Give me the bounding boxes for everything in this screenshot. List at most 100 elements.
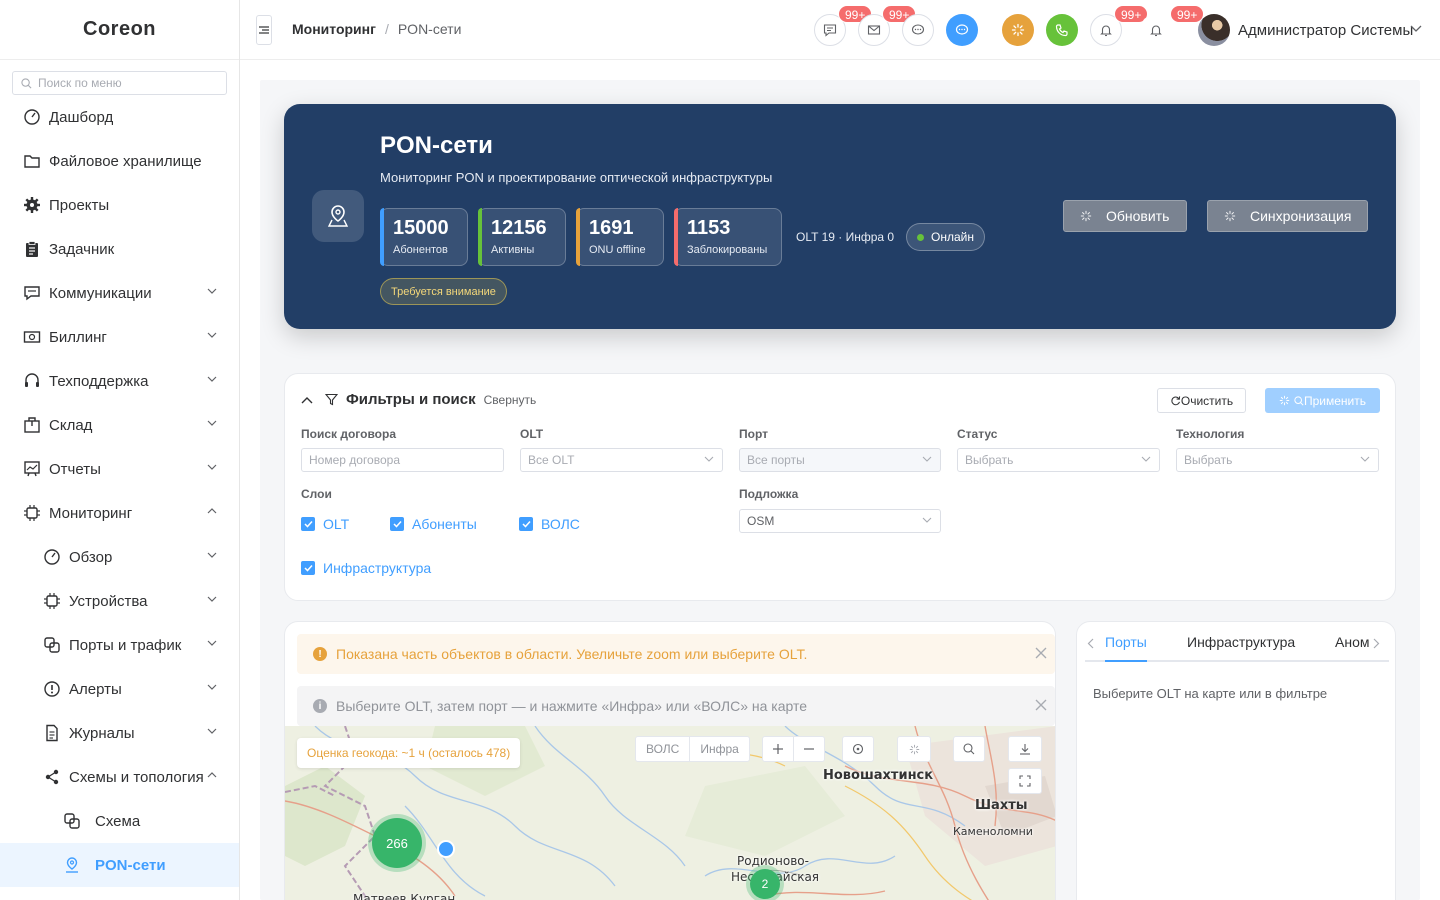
- chevron-left-icon[interactable]: [1087, 638, 1094, 649]
- map-search-button[interactable]: [953, 736, 985, 762]
- user-name[interactable]: Администратор Системы: [1238, 22, 1413, 39]
- chevron-down-icon: [1141, 456, 1151, 462]
- sidebar-item-pon[interactable]: PON-сети: [0, 843, 239, 887]
- layer-infra-checkbox[interactable]: Инфраструктура: [301, 560, 431, 576]
- check-icon: [521, 520, 531, 528]
- clear-button[interactable]: Очистить: [1157, 388, 1246, 413]
- sidebar-item-scheme[interactable]: Схема: [0, 799, 239, 843]
- cpu-icon: [23, 504, 41, 522]
- sidebar-item-files[interactable]: Файловое хранилище: [0, 139, 239, 183]
- map-cluster[interactable]: 2: [750, 869, 780, 899]
- vols-button[interactable]: ВОЛС: [636, 737, 689, 761]
- apply-label: Применить: [1303, 393, 1366, 408]
- phone-icon: [1055, 24, 1068, 37]
- sidebar-item-devices[interactable]: Устройства: [0, 579, 239, 623]
- locate-icon: [852, 743, 864, 755]
- basemap-select[interactable]: OSM: [739, 509, 941, 533]
- port-select[interactable]: Все порты: [739, 448, 941, 472]
- gauge-icon: [43, 548, 61, 566]
- map-city-label: Родионово-: [737, 854, 809, 868]
- map-cluster[interactable]: 266: [372, 818, 422, 868]
- sidebar-item-label: Задачник: [49, 240, 115, 258]
- avatar[interactable]: [1198, 14, 1230, 46]
- sidebar-item-reports[interactable]: Отчеты: [0, 447, 239, 491]
- tab-ports[interactable]: Порты: [1105, 634, 1147, 662]
- loading-icon: [1080, 210, 1092, 222]
- layer-olt-checkbox[interactable]: OLT: [301, 516, 349, 532]
- dashboard-icon: [23, 108, 41, 126]
- layer-vols-checkbox[interactable]: ВОЛС: [519, 516, 580, 532]
- phone-button[interactable]: [1046, 14, 1078, 46]
- chevron-down-icon: [207, 640, 217, 646]
- layer-subscribers-checkbox[interactable]: Абоненты: [390, 516, 477, 532]
- mail-icon: [867, 25, 881, 35]
- chevron-up-icon[interactable]: [301, 396, 313, 404]
- close-icon[interactable]: [1035, 647, 1047, 659]
- pon-map[interactable]: Оценка геокода: ~1 ч (осталось 478) ВОЛС…: [285, 726, 1055, 900]
- close-icon[interactable]: [1035, 699, 1047, 711]
- olt-marker[interactable]: [437, 840, 455, 858]
- breadcrumb-parent[interactable]: Мониторинг: [292, 21, 376, 37]
- sidebar-item-support[interactable]: Техподдержка: [0, 359, 239, 403]
- sidebar-item-logs[interactable]: Журналы: [0, 711, 239, 755]
- sidebar: Coreon Поиск по меню Дашборд Файловое хр…: [0, 0, 240, 900]
- chat-button[interactable]: [902, 14, 934, 46]
- chevron-up-icon: [207, 772, 217, 778]
- chevron-right-icon[interactable]: [1373, 638, 1380, 649]
- sidebar-item-label: Обзор: [69, 548, 113, 566]
- zoom-out-button[interactable]: [793, 737, 824, 761]
- sidebar-item-label: Мониторинг: [49, 504, 133, 522]
- share-icon: [43, 768, 61, 786]
- contract-label: Поиск договора: [301, 427, 397, 441]
- tab-infrastructure[interactable]: Инфраструктура: [1187, 634, 1295, 662]
- chevron-down-icon[interactable]: [1410, 25, 1422, 32]
- menu-toggle-button[interactable]: [256, 15, 272, 45]
- contract-search-input[interactable]: Номер договора: [301, 448, 504, 472]
- sidebar-item-billing[interactable]: Биллинг: [0, 315, 239, 359]
- map-download-button[interactable]: [1008, 736, 1042, 762]
- sidebar-item-monitoring[interactable]: Мониторинг: [0, 491, 239, 535]
- sidebar-item-overview[interactable]: Обзор: [0, 535, 239, 579]
- sync-button[interactable]: Синхронизация: [1207, 200, 1368, 232]
- stat-label: Активны: [491, 244, 535, 256]
- details-tabs: Порты Инфраструктура Аном: [1085, 634, 1389, 662]
- map-loading-button[interactable]: [897, 736, 931, 762]
- sidebar-item-label: Схемы и топология: [69, 768, 204, 786]
- chevron-down-icon: [207, 288, 217, 294]
- sidebar-item-label: Алерты: [69, 680, 122, 698]
- search-icon: [963, 743, 975, 755]
- stat-accent: [674, 208, 678, 266]
- sidebar-item-label: Журналы: [69, 724, 135, 742]
- loading-icon: [909, 744, 919, 754]
- port-select-value: Все порты: [747, 453, 805, 467]
- stat-accent: [478, 208, 482, 266]
- alerts-bell-button[interactable]: [1140, 14, 1172, 46]
- sidebar-item-dashboard[interactable]: Дашборд: [0, 95, 239, 139]
- sidebar-item-communications[interactable]: Коммуникации: [0, 271, 239, 315]
- messenger-button[interactable]: [946, 14, 978, 46]
- status-select[interactable]: Выбрать: [957, 448, 1160, 472]
- breadcrumb: Мониторинг / PON-сети: [292, 21, 461, 37]
- sidebar-item-ports-traffic[interactable]: Порты и трафик: [0, 623, 239, 667]
- sidebar-item-tasks[interactable]: Задачник: [0, 227, 239, 271]
- stat-active: 12156 Активны: [478, 208, 566, 266]
- sidebar-item-label: Биллинг: [49, 328, 107, 346]
- olt-select[interactable]: Все OLT: [520, 448, 723, 472]
- menu-search-placeholder: Поиск по меню: [38, 76, 122, 90]
- menu-search-input[interactable]: Поиск по меню: [12, 71, 227, 95]
- sidebar-item-projects[interactable]: Проекты: [0, 183, 239, 227]
- infra-button[interactable]: Инфра: [689, 737, 748, 761]
- loading-status-button[interactable]: [1002, 14, 1034, 46]
- zoom-in-button[interactable]: [763, 737, 793, 761]
- app-logo[interactable]: Coreon: [0, 0, 239, 60]
- collapse-link[interactable]: Свернуть: [484, 393, 537, 407]
- fullscreen-button[interactable]: [1008, 768, 1042, 794]
- sidebar-item-alerts[interactable]: Алерты: [0, 667, 239, 711]
- sidebar-item-warehouse[interactable]: Склад: [0, 403, 239, 447]
- apply-button[interactable]: Применить: [1265, 388, 1380, 413]
- tech-select[interactable]: Выбрать: [1176, 448, 1379, 472]
- locate-button[interactable]: [842, 736, 874, 762]
- sidebar-item-schemes[interactable]: Схемы и топология: [0, 755, 239, 799]
- refresh-button[interactable]: Обновить: [1063, 200, 1187, 232]
- tab-anomalies[interactable]: Аном: [1335, 634, 1369, 662]
